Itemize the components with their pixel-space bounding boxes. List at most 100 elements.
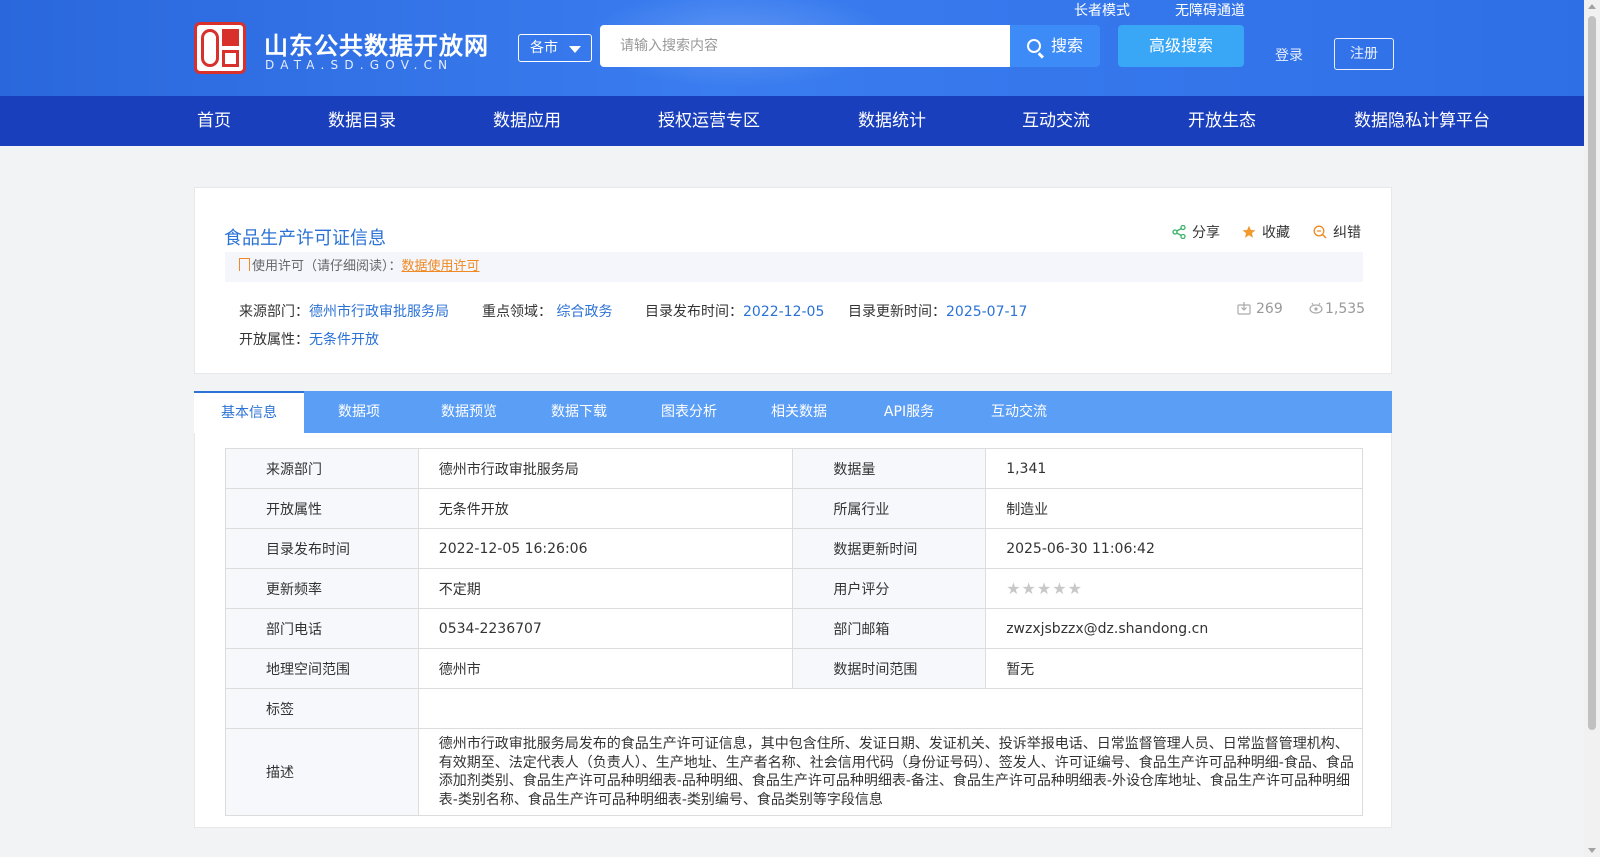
meta-update-label: 目录更新时间： <box>848 304 946 320</box>
row-label: 数据更新时间 <box>792 528 987 569</box>
tab-data-download[interactable]: 数据下载 <box>524 391 634 433</box>
tab-interaction[interactable]: 互动交流 <box>964 391 1074 433</box>
site-title[interactable]: 山东公共数据开放网 <box>264 26 489 61</box>
meta-source: 来源部门：德州市行政审批服务局 <box>239 301 449 321</box>
tab-related-data[interactable]: 相关数据 <box>744 391 854 433</box>
row-value: 2025-06-30 11:06:42 <box>985 528 1363 569</box>
scroll-up-arrow-icon[interactable] <box>1588 4 1596 9</box>
login-link[interactable]: 登录 <box>1275 45 1303 65</box>
bookmark-icon <box>239 258 250 271</box>
nav-item-ecosystem[interactable]: 开放生态 <box>1188 96 1256 146</box>
share-icon <box>1172 225 1186 239</box>
star-icon[interactable]: ★ <box>1068 579 1083 598</box>
tab-basic-info[interactable]: 基本信息 <box>194 391 304 433</box>
row-value: 1,341 <box>985 448 1363 489</box>
caret-down-icon <box>569 46 581 53</box>
table-row: 标签 <box>225 688 1364 729</box>
report-error-button[interactable]: 纠错 <box>1313 222 1361 242</box>
main-nav: 首页 数据目录 数据应用 授权运营专区 数据统计 互动交流 开放生态 数据隐私计… <box>0 96 1584 146</box>
search-input[interactable] <box>600 25 1010 67</box>
rating-cell: ★★★★★ <box>985 568 1363 609</box>
row-value: 德州市行政审批服务局 <box>417 448 794 489</box>
nav-item-interaction[interactable]: 互动交流 <box>1022 96 1090 146</box>
page-scrollbar[interactable] <box>1584 0 1600 857</box>
meta-open-label: 开放属性： <box>239 332 309 348</box>
report-error-label: 纠错 <box>1333 225 1361 241</box>
row-value: 制造业 <box>985 488 1363 529</box>
row-label: 描述 <box>225 728 419 816</box>
table-row: 部门电话 0534-2236707 部门邮箱 zwzxjsbzzx@dz.sha… <box>225 608 1363 649</box>
scroll-down-arrow-icon[interactable] <box>1588 848 1596 853</box>
license-prefix: 使用许可（请仔细阅读）： <box>252 259 402 274</box>
star-icon[interactable]: ★ <box>1022 579 1037 598</box>
seal-logo-icon[interactable] <box>194 22 246 74</box>
share-button[interactable]: 分享 <box>1172 222 1220 242</box>
register-button[interactable]: 注册 <box>1334 38 1394 70</box>
nav-item-authorized-ops[interactable]: 授权运营专区 <box>658 96 760 146</box>
tags-value <box>417 688 1364 729</box>
meta-publish-date: 目录发布时间：2022-12-05 <box>645 301 824 321</box>
row-label: 数据量 <box>792 448 987 489</box>
star-icon[interactable]: ★ <box>1037 579 1052 598</box>
tab-data-items[interactable]: 数据项 <box>304 391 414 433</box>
meta-domain-value[interactable]: 综合政务 <box>556 304 612 320</box>
row-label: 数据时间范围 <box>792 648 987 689</box>
row-label: 目录发布时间 <box>225 528 419 569</box>
favorite-button[interactable]: 收藏 <box>1242 222 1290 242</box>
row-label: 更新频率 <box>225 568 419 609</box>
site-domain: DATA.SD.GOV.CN <box>265 58 454 72</box>
view-count-value: 1,535 <box>1325 301 1366 317</box>
row-value: 德州市 <box>417 648 794 689</box>
share-label: 分享 <box>1192 225 1220 241</box>
tab-data-preview[interactable]: 数据预览 <box>414 391 524 433</box>
meta-source-value[interactable]: 德州市行政审批服务局 <box>309 304 449 320</box>
row-label: 所属行业 <box>792 488 987 529</box>
favorite-label: 收藏 <box>1262 225 1290 241</box>
basic-info-panel: 来源部门 德州市行政审批服务局 数据量 1,341 开放属性 无条件开放 所属行… <box>194 433 1392 828</box>
nav-item-home[interactable]: 首页 <box>197 96 231 146</box>
row-label: 开放属性 <box>225 488 419 529</box>
accessibility-link[interactable]: 无障碍通道 <box>1175 0 1245 20</box>
search-icon <box>1026 39 1041 53</box>
download-icon <box>1237 302 1251 315</box>
row-value: 2022-12-05 16:26:06 <box>417 528 794 569</box>
meta-domain-label: 重点领域： <box>482 304 552 320</box>
meta-publish-label: 目录发布时间： <box>645 304 743 320</box>
table-row: 更新频率 不定期 用户评分 ★★★★★ <box>225 568 1363 609</box>
nav-item-statistics[interactable]: 数据统计 <box>858 96 926 146</box>
meta-source-label: 来源部门： <box>239 304 309 320</box>
eye-icon <box>1309 302 1323 314</box>
meta-open-value[interactable]: 无条件开放 <box>309 332 379 348</box>
star-icon[interactable]: ★ <box>1006 579 1021 598</box>
tab-api-service[interactable]: API服务 <box>854 391 964 433</box>
table-row: 地理空间范围 德州市 数据时间范围 暂无 <box>225 648 1363 689</box>
advanced-search-button[interactable]: 高级搜索 <box>1118 25 1244 67</box>
region-select-label: 各市 <box>530 40 558 56</box>
error-report-icon <box>1313 225 1327 239</box>
rating-stars[interactable]: ★★★★★ <box>1006 579 1083 598</box>
elder-mode-link[interactable]: 长者模式 <box>1074 0 1130 20</box>
star-icon[interactable]: ★ <box>1052 579 1067 598</box>
search-button[interactable]: 搜索 <box>1010 25 1100 67</box>
license-bar: 使用许可（请仔细阅读）：数据使用许可 <box>225 252 1363 282</box>
row-label: 标签 <box>225 688 419 729</box>
nav-item-privacy-computing[interactable]: 数据隐私计算平台 <box>1354 96 1490 146</box>
dataset-summary-card: 食品生产许可证信息 分享 收藏 纠错 使用许可（请仔细阅读）：数据使用许可 来源… <box>194 187 1392 374</box>
nav-item-catalog[interactable]: 数据目录 <box>328 96 396 146</box>
row-value: 0534-2236707 <box>417 608 794 649</box>
site-header: 山东公共数据开放网 DATA.SD.GOV.CN 各市 搜索 高级搜索 长者模式… <box>0 0 1584 96</box>
meta-domain: 重点领域： 综合政务 <box>482 301 612 321</box>
nav-item-apps[interactable]: 数据应用 <box>493 96 561 146</box>
row-value: 暂无 <box>985 648 1363 689</box>
row-value: 无条件开放 <box>417 488 794 529</box>
download-count: 269 <box>1237 301 1283 317</box>
row-value: zwzxjsbzzx@dz.shandong.cn <box>985 608 1363 649</box>
table-row: 开放属性 无条件开放 所属行业 制造业 <box>225 488 1363 529</box>
table-row: 目录发布时间 2022-12-05 16:26:06 数据更新时间 2025-0… <box>225 528 1363 569</box>
scroll-thumb[interactable] <box>1588 16 1596 730</box>
row-label: 用户评分 <box>792 568 987 609</box>
tab-chart-analysis[interactable]: 图表分析 <box>634 391 744 433</box>
region-select[interactable]: 各市 <box>518 34 592 62</box>
description-value: 德州市行政审批服务局发布的食品生产许可证信息，其中包含住所、发证日期、发证机关、… <box>417 728 1364 816</box>
license-link[interactable]: 数据使用许可 <box>402 259 480 274</box>
